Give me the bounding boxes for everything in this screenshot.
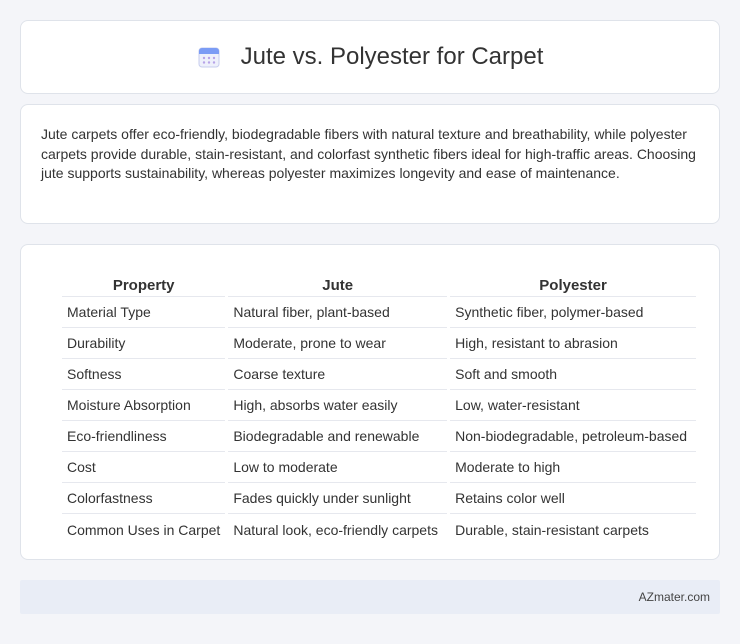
- cell-polyester: Non-biodegradable, petroleum-based: [450, 421, 696, 452]
- table-row: Eco-friendliness Biodegradable and renew…: [62, 421, 696, 452]
- cell-jute: Fades quickly under sunlight: [228, 483, 448, 514]
- cell-polyester: Low, water-resistant: [450, 390, 696, 421]
- cell-jute: Natural fiber, plant-based: [228, 297, 448, 328]
- header-property: Property: [62, 265, 226, 297]
- cell-jute: Moderate, prone to wear: [228, 328, 448, 359]
- cell-property: Material Type: [62, 297, 226, 328]
- page-title: Jute vs. Polyester for Carpet: [240, 43, 544, 70]
- cell-jute: High, absorbs water easily: [228, 390, 448, 421]
- intro-paragraph: Jute carpets offer eco-friendly, biodegr…: [41, 126, 696, 181]
- intro-card: Jute carpets offer eco-friendly, biodegr…: [20, 104, 720, 224]
- cell-property: Eco-friendliness: [62, 421, 226, 452]
- cell-polyester: Moderate to high: [450, 452, 696, 483]
- cell-property: Cost: [62, 452, 226, 483]
- cell-polyester: Soft and smooth: [450, 359, 696, 390]
- comparison-table: Property Jute Polyester Material Type Na…: [59, 265, 699, 545]
- header-jute: Jute: [228, 265, 448, 297]
- cell-property: Moisture Absorption: [62, 390, 226, 421]
- cell-jute: Biodegradable and renewable: [228, 421, 448, 452]
- cell-property: Colorfastness: [62, 483, 226, 514]
- cell-property: Common Uses in Carpet: [67, 521, 221, 538]
- table-row: Material Type Natural fiber, plant-based…: [62, 297, 696, 328]
- header-polyester: Polyester: [450, 265, 696, 297]
- table-row: Colorfastness Fades quickly under sunlig…: [62, 483, 696, 514]
- footer-site-link[interactable]: AZmater.com: [639, 590, 710, 604]
- cell-polyester: Retains color well: [450, 483, 696, 514]
- table-row: Cost Low to moderate Moderate to high: [62, 452, 696, 483]
- cell-polyester: High, resistant to abrasion: [450, 328, 696, 359]
- table-row: Durability Moderate, prone to wear High,…: [62, 328, 696, 359]
- table-row: Moisture Absorption High, absorbs water …: [62, 390, 696, 421]
- cell-jute: Coarse texture: [228, 359, 448, 390]
- title-wrap: Jute vs. Polyester for Carpet: [197, 43, 544, 71]
- comparison-card: Property Jute Polyester Material Type Na…: [20, 244, 720, 560]
- footer-bar: AZmater.com: [20, 580, 720, 614]
- cell-property: Softness: [62, 359, 226, 390]
- calendar-icon: [197, 45, 221, 69]
- table-row: Softness Coarse texture Soft and smooth: [62, 359, 696, 390]
- table-header-row: Property Jute Polyester: [62, 265, 696, 297]
- cell-property: Durability: [62, 328, 226, 359]
- cell-jute: Low to moderate: [228, 452, 448, 483]
- table-row: Common Uses in Carpet Natural look, eco-…: [62, 514, 696, 545]
- cell-polyester: Durable, stain-resistant carpets: [455, 521, 649, 538]
- cell-jute: Natural look, eco-friendly carpets: [233, 521, 438, 538]
- title-card: Jute vs. Polyester for Carpet: [20, 20, 720, 94]
- cell-polyester: Synthetic fiber, polymer-based: [450, 297, 696, 328]
